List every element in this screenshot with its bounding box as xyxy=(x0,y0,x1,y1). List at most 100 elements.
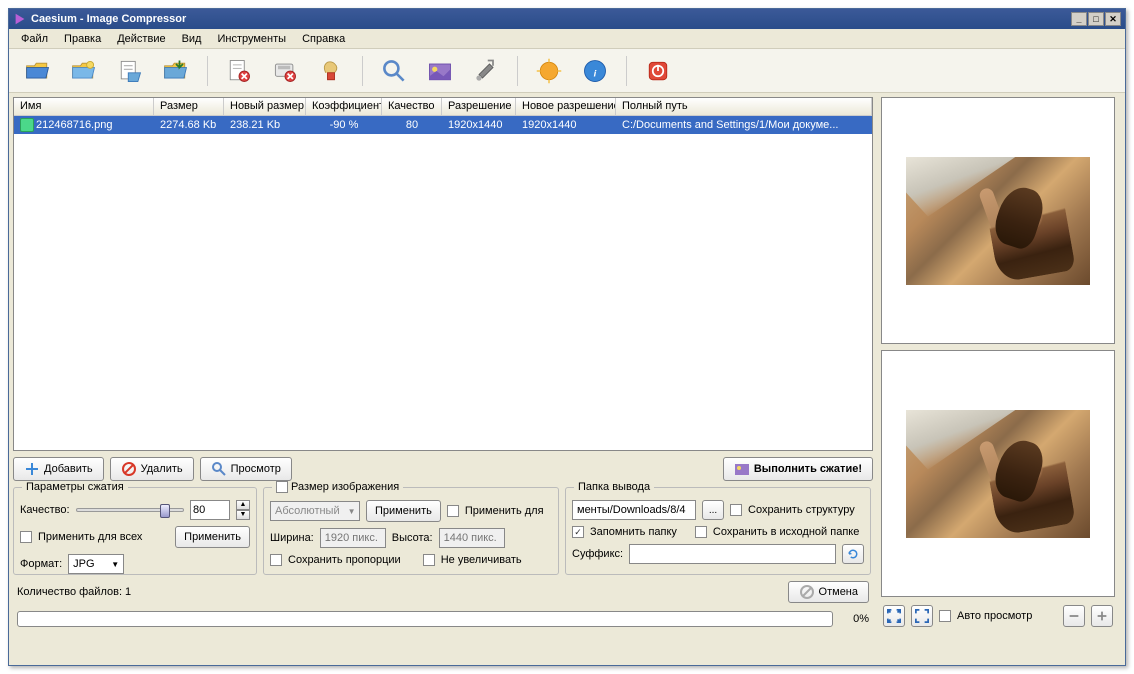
menu-view[interactable]: Вид xyxy=(174,31,210,47)
apply-resize-button[interactable]: Применить xyxy=(366,500,441,522)
cell-coeff: -90 % xyxy=(306,118,382,132)
resize-enable-checkbox[interactable] xyxy=(276,481,288,493)
exit-icon[interactable] xyxy=(641,54,675,88)
app-icon xyxy=(13,12,27,26)
table-header: Имя Размер Новый размер Коэффициент Каче… xyxy=(14,98,872,116)
suffix-reset-button[interactable] xyxy=(842,544,864,564)
auto-preview-label: Авто просмотр xyxy=(957,610,1032,622)
menu-file[interactable]: Файл xyxy=(13,31,56,47)
table-row[interactable]: 212468716.png 2274.68 Kb 238.21 Kb -90 %… xyxy=(14,116,872,134)
col-name[interactable]: Имя xyxy=(14,98,154,115)
menu-help[interactable]: Справка xyxy=(294,31,353,47)
col-path[interactable]: Полный путь xyxy=(616,98,872,115)
cancel-button[interactable]: Отмена xyxy=(788,581,869,603)
progress-bar xyxy=(17,611,833,627)
apply-all-label: Применить для всех xyxy=(38,531,142,543)
svg-text:i: i xyxy=(594,68,597,79)
browse-button[interactable]: ... xyxy=(702,500,724,520)
no-enlarge-checkbox[interactable] xyxy=(423,554,435,566)
add-button[interactable]: Добавить xyxy=(13,457,104,481)
zoom-in-button[interactable] xyxy=(1091,605,1113,627)
window-title: Caesium - Image Compressor xyxy=(31,13,1071,25)
save-orig-label: Сохранить в исходной папке xyxy=(713,526,859,538)
fullscreen-button[interactable] xyxy=(911,605,933,627)
apply-for-checkbox[interactable] xyxy=(447,505,459,517)
menubar: Файл Правка Действие Вид Инструменты Спр… xyxy=(9,29,1125,49)
auto-preview-checkbox[interactable] xyxy=(939,610,951,622)
quality-label: Качество: xyxy=(20,504,70,516)
preview-image xyxy=(906,410,1090,538)
remove-file-icon[interactable] xyxy=(222,54,256,88)
app-window: Caesium - Image Compressor _ □ ✕ Файл Пр… xyxy=(8,8,1126,666)
col-coeff[interactable]: Коэффициент xyxy=(306,98,382,115)
no-enlarge-label: Не увеличивать xyxy=(441,554,522,566)
remove-button[interactable]: Удалить xyxy=(110,457,194,481)
col-newsize[interactable]: Новый размер xyxy=(224,98,306,115)
remove-folder-icon[interactable] xyxy=(268,54,302,88)
cell-quality: 80 xyxy=(382,118,442,132)
width-label: Ширина: xyxy=(270,532,314,544)
close-button[interactable]: ✕ xyxy=(1105,12,1121,26)
save-orig-checkbox[interactable] xyxy=(695,526,707,538)
suffix-input[interactable] xyxy=(629,544,836,564)
clear-list-icon[interactable] xyxy=(314,54,348,88)
height-input[interactable] xyxy=(439,528,505,548)
forbidden-icon xyxy=(121,461,137,477)
minimize-button[interactable]: _ xyxy=(1071,12,1087,26)
col-size[interactable]: Размер xyxy=(154,98,224,115)
remember-folder-checkbox[interactable]: ✓ xyxy=(572,526,584,538)
zoom-out-button[interactable] xyxy=(1063,605,1085,627)
cell-size: 2274.68 Kb xyxy=(154,118,224,132)
cell-path: C:/Documents and Settings/1/Мои докуме..… xyxy=(616,118,872,132)
settings-icon[interactable] xyxy=(469,54,503,88)
chevron-down-icon: ▼ xyxy=(111,560,119,569)
save-list-icon[interactable] xyxy=(159,54,193,88)
menu-edit[interactable]: Правка xyxy=(56,31,109,47)
preview-original xyxy=(881,97,1115,344)
menu-tools[interactable]: Инструменты xyxy=(209,31,294,47)
imagesize-group: Размер изображения Абсолютный▼ Применить… xyxy=(263,487,559,575)
preview-compressed xyxy=(881,350,1115,597)
forbidden-icon xyxy=(799,584,815,600)
preview-image xyxy=(906,157,1090,285)
output-path-input[interactable] xyxy=(572,500,696,520)
apply-for-label: Применить для xyxy=(465,505,544,517)
resize-mode-select[interactable]: Абсолютный▼ xyxy=(270,501,360,521)
file-type-icon xyxy=(20,118,34,132)
compression-title: Параметры сжатия xyxy=(22,481,128,493)
format-select[interactable]: JPG▼ xyxy=(68,554,124,574)
col-res[interactable]: Разрешение xyxy=(442,98,516,115)
compress-action-icon xyxy=(734,461,750,477)
quality-up[interactable]: ▲ xyxy=(236,500,250,510)
toolbar: i xyxy=(9,49,1125,93)
magnifier-icon xyxy=(211,461,227,477)
col-quality[interactable]: Качество xyxy=(382,98,442,115)
maximize-button[interactable]: □ xyxy=(1088,12,1104,26)
file-table[interactable]: Имя Размер Новый размер Коэффициент Каче… xyxy=(13,97,873,451)
fit-view-button[interactable] xyxy=(883,605,905,627)
open-list-icon[interactable] xyxy=(113,54,147,88)
output-group: Папка вывода ... Сохранить структуру ✓ З… xyxy=(565,487,871,575)
col-newres[interactable]: Новое разрешение xyxy=(516,98,616,115)
apply-quality-button[interactable]: Применить xyxy=(175,526,250,548)
apply-all-checkbox[interactable] xyxy=(20,531,32,543)
cell-newsize: 238.21 Kb xyxy=(224,118,306,132)
chevron-down-icon: ▼ xyxy=(348,507,356,516)
preview-button[interactable]: Просмотр xyxy=(200,457,292,481)
compress-icon[interactable] xyxy=(423,54,457,88)
open-folder-icon[interactable] xyxy=(67,54,101,88)
width-input[interactable] xyxy=(320,528,386,548)
cell-name: 212468716.png xyxy=(36,119,112,131)
cell-res: 1920x1440 xyxy=(442,118,516,132)
quality-input[interactable] xyxy=(190,500,230,520)
info-icon[interactable]: i xyxy=(578,54,612,88)
quality-slider[interactable] xyxy=(76,508,184,512)
quality-down[interactable]: ▼ xyxy=(236,510,250,520)
menu-action[interactable]: Действие xyxy=(109,31,173,47)
preview-icon[interactable] xyxy=(377,54,411,88)
keep-ratio-checkbox[interactable] xyxy=(270,554,282,566)
compress-button[interactable]: Выполнить сжатие! xyxy=(723,457,873,481)
open-files-icon[interactable] xyxy=(21,54,55,88)
keep-structure-checkbox[interactable] xyxy=(730,504,742,516)
web-icon[interactable] xyxy=(532,54,566,88)
